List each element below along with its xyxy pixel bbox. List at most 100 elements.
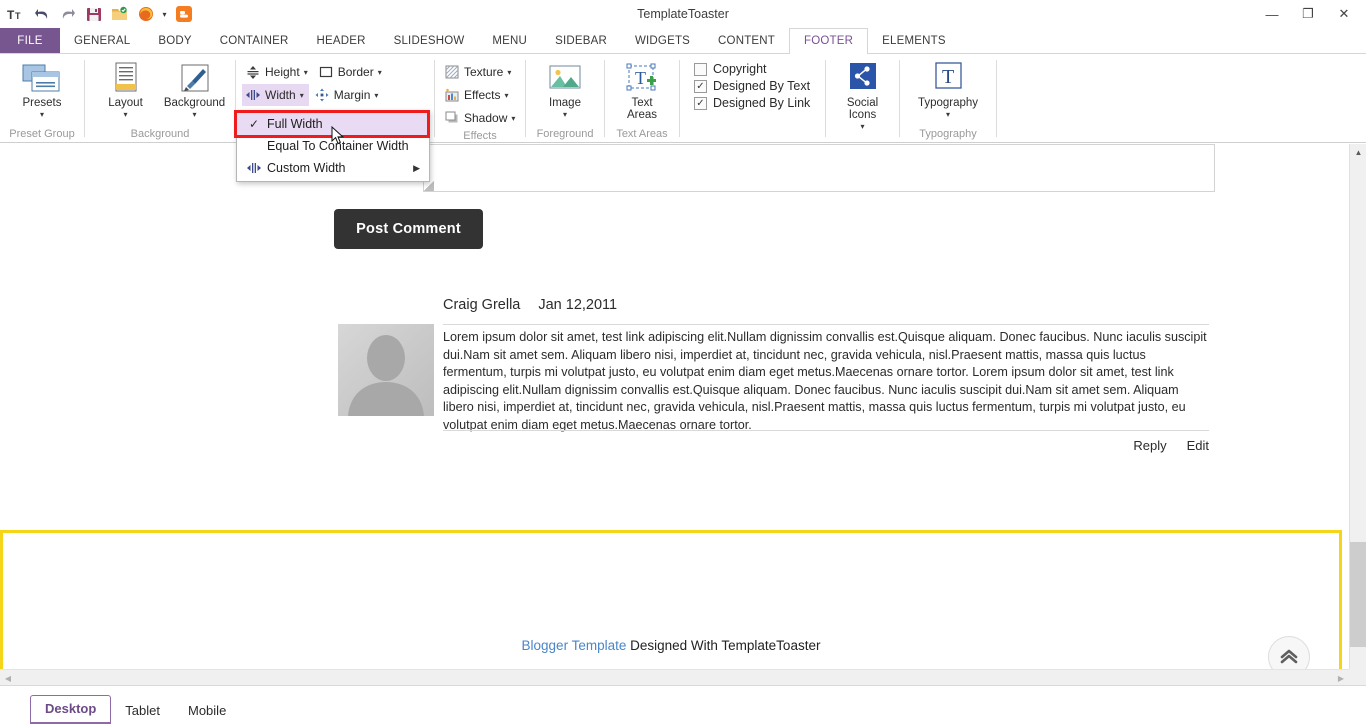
resize-grip-icon[interactable]	[424, 181, 434, 191]
footer-selection-region[interactable]	[0, 530, 1342, 678]
background-group-label: Background	[85, 127, 235, 143]
presets-caret[interactable]: ▾	[40, 110, 44, 119]
edit-link[interactable]: Edit	[1187, 438, 1209, 453]
minimize-button[interactable]: —	[1254, 1, 1290, 27]
margin-label: Margin	[334, 88, 371, 102]
text-tool-icon[interactable]: TT	[4, 3, 27, 26]
designed-by-link-checkbox-row[interactable]: Designed By Link	[694, 96, 810, 110]
blogger-icon[interactable]	[172, 3, 195, 26]
text-areas-icon: T	[625, 61, 659, 95]
comment-textarea[interactable]	[423, 144, 1215, 192]
tab-header[interactable]: HEADER	[302, 28, 379, 53]
presets-button[interactable]: Presets ▾	[6, 58, 78, 119]
shadow-button[interactable]: Shadow ▾	[441, 107, 520, 129]
comment-author: Craig Grella	[443, 297, 520, 313]
tab-elements[interactable]: ELEMENTS	[868, 28, 960, 53]
effects-caret[interactable]: ▾	[504, 91, 508, 100]
device-preview-bar: Desktop Tablet Mobile	[0, 685, 1366, 728]
open-folder-icon[interactable]	[108, 3, 131, 26]
vertical-scroll-thumb[interactable]	[1350, 542, 1366, 647]
image-caret[interactable]: ▾	[563, 110, 567, 119]
margin-caret[interactable]: ▾	[374, 91, 378, 100]
background-button[interactable]: Background ▾	[160, 58, 229, 119]
social-icons-button[interactable]: Social Icons ▾	[832, 58, 893, 131]
save-icon[interactable]	[82, 3, 105, 26]
typography-button[interactable]: T Typography ▾	[906, 58, 990, 119]
scroll-left-arrow-icon[interactable]: ◀	[0, 670, 16, 686]
horizontal-scrollbar[interactable]: ◀ ▶	[0, 669, 1349, 685]
background-label: Background	[164, 97, 225, 109]
svg-text:T: T	[635, 68, 646, 88]
designed-by-text-checkbox[interactable]	[694, 80, 707, 93]
post-comment-button[interactable]: Post Comment	[334, 209, 483, 249]
width-button[interactable]: Width ▾	[242, 84, 309, 106]
tab-file[interactable]: FILE	[0, 28, 60, 53]
comment-actions: Reply Edit	[443, 430, 1209, 456]
ribbon-tab-strip: FILE GENERAL BODY CONTAINER HEADER SLIDE…	[0, 28, 1366, 54]
tab-body[interactable]: BODY	[144, 28, 205, 53]
image-button[interactable]: Image ▾	[532, 58, 598, 119]
background-caret[interactable]: ▾	[192, 110, 196, 119]
text-areas-button[interactable]: T Text Areas	[611, 58, 673, 121]
device-tab-tablet[interactable]: Tablet	[111, 698, 174, 724]
close-button[interactable]: ✕	[1326, 1, 1362, 27]
custom-width-icon	[241, 162, 267, 174]
effects-icon	[444, 87, 460, 103]
tab-sidebar[interactable]: SIDEBAR	[541, 28, 621, 53]
layout-caret[interactable]: ▾	[123, 110, 127, 119]
app-window: TemplateToaster TT ▾	[0, 0, 1366, 728]
border-button[interactable]: Border ▾	[315, 61, 387, 83]
tab-container[interactable]: CONTAINER	[206, 28, 303, 53]
undo-icon[interactable]	[30, 3, 53, 26]
text-areas-group-label: Text Areas	[605, 127, 679, 143]
browser-dropdown-caret[interactable]: ▾	[160, 3, 169, 26]
tab-widgets[interactable]: WIDGETS	[621, 28, 704, 53]
designed-by-text-label: Designed By Text	[713, 79, 810, 93]
firefox-preview-icon[interactable]	[134, 3, 157, 26]
menu-item-custom-width[interactable]: Custom Width ▶	[237, 157, 429, 179]
custom-width-label: Custom Width	[267, 161, 346, 175]
layout-label: Layout	[108, 97, 143, 109]
tab-menu[interactable]: MENU	[478, 28, 541, 53]
blogger-template-link[interactable]: Blogger Template	[522, 638, 627, 653]
avatar	[338, 324, 434, 416]
social-icons-caret[interactable]: ▾	[860, 122, 864, 131]
copyright-checkbox[interactable]	[694, 63, 707, 76]
scroll-right-arrow-icon[interactable]: ▶	[1333, 670, 1349, 686]
redo-icon[interactable]	[56, 3, 79, 26]
copyright-checkbox-row[interactable]: Copyright	[694, 62, 810, 76]
border-caret[interactable]: ▾	[378, 68, 382, 77]
texture-button[interactable]: Texture ▾	[441, 61, 520, 83]
typography-icon: T	[931, 61, 965, 95]
preview-canvas[interactable]: Post Comment Craig Grella Jan 12,2011	[0, 144, 1366, 685]
device-tabs: Desktop Tablet Mobile	[30, 695, 240, 724]
tab-slideshow[interactable]: SLIDESHOW	[380, 28, 479, 53]
height-caret[interactable]: ▾	[304, 68, 308, 77]
margin-button[interactable]: Margin ▾	[311, 84, 384, 106]
shadow-caret[interactable]: ▾	[511, 114, 515, 123]
scroll-up-arrow-icon[interactable]: ▲	[1350, 144, 1366, 161]
preset-group-label: Preset Group	[0, 127, 84, 143]
device-tab-desktop[interactable]: Desktop	[30, 695, 111, 724]
tab-content[interactable]: CONTENT	[704, 28, 789, 53]
tab-footer[interactable]: FOOTER	[789, 28, 868, 54]
height-button[interactable]: Height ▾	[242, 61, 313, 83]
effects-button[interactable]: Effects ▾	[441, 84, 520, 106]
border-label: Border	[338, 65, 374, 79]
typography-group-label: Typography	[900, 127, 996, 143]
designed-by-link-checkbox[interactable]	[694, 97, 707, 110]
vertical-scrollbar[interactable]: ▲ ▼	[1349, 144, 1366, 685]
designed-by-text-checkbox-row[interactable]: Designed By Text	[694, 79, 810, 93]
typography-label: Typography	[918, 97, 978, 109]
reply-link[interactable]: Reply	[1133, 438, 1166, 453]
typography-caret[interactable]: ▾	[946, 110, 950, 119]
restore-button[interactable]: ❐	[1290, 1, 1326, 27]
copyright-group-label	[680, 127, 825, 143]
layout-button[interactable]: Layout ▾	[91, 58, 160, 119]
tab-general[interactable]: GENERAL	[60, 28, 144, 53]
width-caret[interactable]: ▾	[300, 91, 304, 100]
full-width-label: Full Width	[267, 117, 323, 131]
website-preview-page: Post Comment Craig Grella Jan 12,2011	[0, 144, 1342, 685]
device-tab-mobile[interactable]: Mobile	[174, 698, 240, 724]
texture-caret[interactable]: ▾	[507, 68, 511, 77]
